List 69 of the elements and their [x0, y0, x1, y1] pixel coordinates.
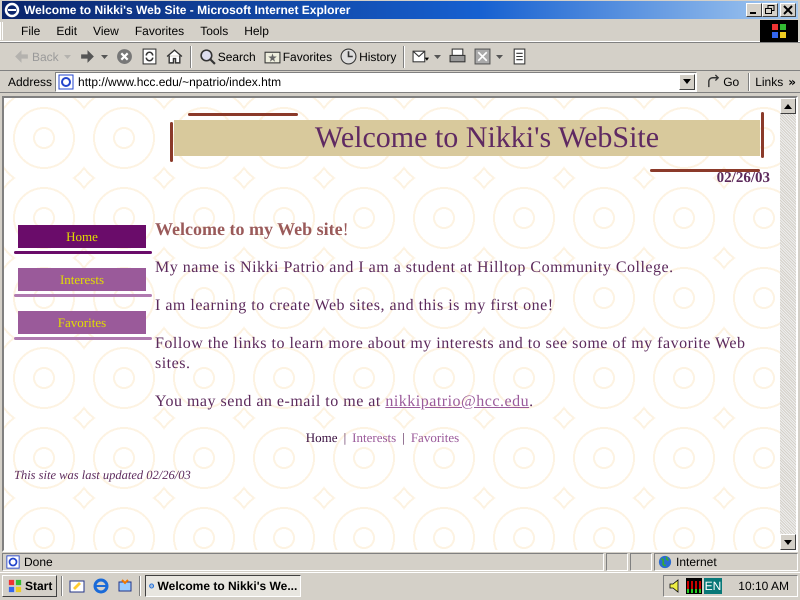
caret-icon: [434, 54, 442, 58]
clock: 10:10 AM: [738, 578, 789, 592]
last-updated-text: This site was last updated 02/26/03: [14, 468, 192, 483]
chevron-button[interactable]: »: [788, 74, 798, 88]
zone-text: Internet: [676, 555, 717, 569]
go-arrow-icon: [706, 74, 722, 89]
window-title: Welcome to Nikki's Web Site - Microsoft Internet Explorer: [24, 3, 352, 17]
restore-button[interactable]: [762, 3, 778, 17]
forward-icon: [78, 48, 96, 65]
caret-icon: [64, 54, 71, 58]
start-button[interactable]: Start: [2, 574, 58, 596]
back-icon: [13, 48, 30, 65]
banner-title: Welcome to Nikki's WebSite: [314, 121, 660, 155]
links-button[interactable]: Links: [753, 74, 786, 88]
page-icon: [6, 555, 20, 569]
favorites-button[interactable]: Favorites: [260, 46, 336, 67]
footer-link[interactable]: Home: [306, 430, 338, 446]
minimize-icon: [750, 12, 756, 14]
up-arrow-icon: [784, 104, 792, 108]
page-icon: [58, 74, 74, 90]
scrollbar[interactable]: [780, 98, 796, 550]
close-button[interactable]: [780, 3, 796, 17]
address-label: Address: [7, 74, 52, 88]
menu-item[interactable]: Help: [236, 22, 277, 40]
globe-icon: [658, 555, 672, 569]
email-paragraph: You may send an e-mail to me at nikkipatrio@hcc.edu.: [155, 392, 535, 412]
nav-button[interactable]: Home: [18, 225, 146, 248]
address-field[interactable]: http://www.hcc.edu/~npatrio/index.htm: [55, 72, 698, 92]
separator: |: [402, 430, 405, 446]
paragraph: Follow the links to learn more about my interests and to see some of my favorite Web sites.: [155, 334, 747, 374]
refresh-icon: [140, 48, 158, 65]
menu-item[interactable]: View: [85, 22, 127, 40]
windows-logo-icon: [7, 578, 23, 592]
print-icon: [449, 48, 466, 65]
scroll-down-button[interactable]: [780, 534, 796, 550]
caret-icon: [496, 54, 504, 58]
menu-item[interactable]: Favorites: [126, 22, 192, 40]
caret-icon: [100, 54, 108, 58]
date: 02/26/03: [716, 170, 770, 187]
search-button[interactable]: Search: [196, 46, 259, 67]
windows-logo-icon: [760, 20, 798, 42]
separator: |: [344, 430, 346, 446]
home-icon: [166, 48, 183, 65]
menu-item[interactable]: File: [13, 22, 48, 40]
history-icon: [340, 48, 358, 65]
meter-icon[interactable]: [686, 578, 702, 594]
taskbar-button[interactable]: Welcome to Nikki's We...: [145, 574, 302, 596]
minimize-button[interactable]: [746, 3, 762, 17]
down-arrow-icon: [784, 540, 792, 544]
email-link[interactable]: nikkipatrio@hcc.edu: [385, 393, 530, 410]
history-button[interactable]: History: [337, 46, 400, 67]
close-icon: [783, 5, 793, 15]
stop-icon: [116, 48, 133, 65]
status-text: Done: [24, 555, 53, 569]
footer-link[interactable]: Interests: [352, 430, 396, 446]
search-icon: [198, 48, 216, 65]
go-button[interactable]: Go: [700, 74, 746, 89]
menu-item[interactable]: Edit: [48, 22, 86, 40]
paragraph: I am learning to create Web sites, and this is my first one!: [155, 296, 555, 316]
page-heading: Welcome to my Web site!: [155, 219, 350, 240]
paragraph: My name is Nikki Patrio and I am a student at Hilltop Community College.: [155, 258, 675, 278]
scroll-up-button[interactable]: [780, 98, 796, 114]
restore-icon: [765, 5, 775, 15]
mail-icon: [412, 48, 430, 65]
menu-item[interactable]: Tools: [192, 22, 236, 40]
footer-link[interactable]: Favorites: [410, 430, 460, 446]
caret-icon: [683, 79, 692, 84]
dropdown-button[interactable]: [679, 74, 696, 90]
language-indicator[interactable]: EN: [704, 578, 722, 594]
